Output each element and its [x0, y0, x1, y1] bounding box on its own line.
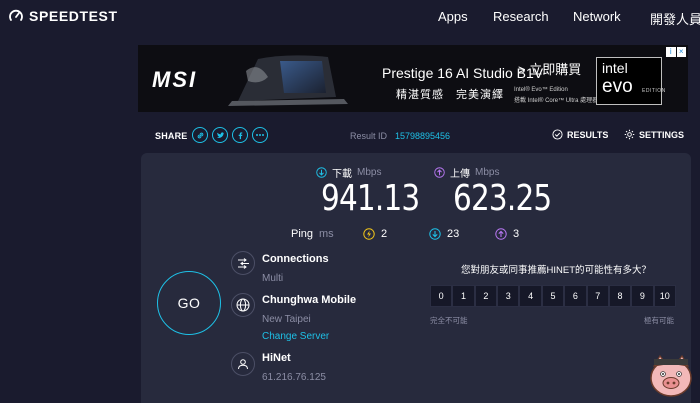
- logo-text: SPEEDTEST: [29, 8, 118, 24]
- intel-evo-logo: intel evo EDITION: [596, 57, 665, 105]
- download-arrow-icon: [316, 167, 327, 178]
- share-label: SHARE: [155, 131, 188, 141]
- idle-latency-icon: [363, 228, 375, 240]
- user-icon: [231, 352, 255, 376]
- upload-speed-value: 623.25: [453, 178, 552, 219]
- download-latency-icon: [429, 228, 441, 240]
- ad-buy-now-link[interactable]: > 立即購買: [518, 59, 581, 78]
- ping-upload-value: 3: [513, 228, 520, 240]
- ping-download: 23: [429, 228, 459, 240]
- rating-option-8[interactable]: 8: [608, 285, 632, 307]
- result-id-label: Result ID: [350, 131, 388, 141]
- nav-research[interactable]: Research: [493, 9, 549, 24]
- results-panel: 下載 Mbps 941.13 上傳 Mbps 623.25 Ping ms 2 …: [141, 153, 691, 403]
- settings-label: SETTINGS: [639, 129, 685, 140]
- download-speed-value: 941.13: [321, 178, 420, 219]
- nav-network[interactable]: Network: [573, 9, 621, 24]
- more-options-icon[interactable]: [252, 127, 268, 143]
- ping-label: Ping: [291, 228, 314, 240]
- rating-option-0[interactable]: 0: [430, 285, 453, 307]
- link-icon[interactable]: [192, 127, 208, 143]
- rating-option-7[interactable]: 7: [586, 285, 609, 307]
- speedtest-gauge-icon: [9, 9, 23, 21]
- evo-text: evo: [602, 76, 633, 97]
- rating-option-1[interactable]: 1: [452, 285, 475, 307]
- rating-option-10[interactable]: 10: [653, 285, 676, 307]
- connections-icon: [231, 251, 255, 275]
- rating-option-4[interactable]: 4: [519, 285, 542, 307]
- download-unit: Mbps: [357, 167, 382, 178]
- upload-unit: Mbps: [475, 167, 500, 178]
- laptop-image: [228, 55, 348, 106]
- ping-upload: 3: [495, 228, 519, 240]
- upload-latency-icon: [495, 228, 507, 240]
- isp-ip-address: 61.216.76.125: [262, 372, 326, 383]
- connections-title: Connections: [262, 253, 329, 265]
- advertisement-banner[interactable]: MSI Prestige 16 AI Studio B1V 精湛質感 完美演繹 …: [138, 45, 688, 112]
- survey-question: 您對朋友或同事推薦HINET的可能性有多大？: [461, 265, 652, 276]
- connections-value: Multi: [262, 273, 284, 284]
- facebook-icon[interactable]: [232, 127, 248, 143]
- upload-arrow-icon: [434, 167, 445, 178]
- isp-name: HiNet: [262, 352, 291, 364]
- edition-text: EDITION: [642, 88, 666, 94]
- ping-download-value: 23: [447, 228, 460, 240]
- ad-info-icon[interactable]: i: [666, 47, 676, 57]
- survey-high-label: 極有可能: [644, 316, 674, 325]
- rating-option-6[interactable]: 6: [564, 285, 587, 307]
- survey-low-label: 完全不可能: [430, 316, 468, 325]
- ping-idle-value: 2: [381, 228, 388, 240]
- nav-apps[interactable]: Apps: [438, 9, 468, 24]
- top-header: SPEEDTEST Apps Research Network 開發人員: [0, 0, 700, 34]
- settings-button[interactable]: SETTINGS: [624, 129, 684, 140]
- server-name: Chunghwa Mobile: [262, 294, 357, 306]
- results-button[interactable]: RESULTS: [552, 129, 608, 140]
- ad-close-icon[interactable]: ×: [676, 47, 686, 57]
- rating-option-5[interactable]: 5: [541, 285, 565, 307]
- ad-subtitle: 精湛質感 完美演繹: [396, 89, 504, 101]
- result-id-link[interactable]: 15798895456: [395, 131, 450, 141]
- intel-text: intel: [602, 60, 628, 76]
- change-server-link[interactable]: Change Server: [262, 331, 329, 342]
- globe-icon: [231, 293, 255, 317]
- ping-idle: 2: [363, 228, 387, 240]
- share-bar: SHARE Result ID 15798895456 RESULTS SETT…: [138, 125, 690, 147]
- rating-option-9[interactable]: 9: [631, 285, 654, 307]
- survey-rating-scale: 0 1 2 3 4 5 6 7 8 9 10: [430, 285, 676, 307]
- server-location: New Taipei: [262, 314, 311, 325]
- msi-logo: MSI: [152, 67, 198, 92]
- ping-unit: ms: [319, 228, 334, 240]
- speedtest-logo[interactable]: SPEEDTEST: [8, 8, 118, 24]
- go-button[interactable]: GO: [157, 271, 221, 335]
- rating-option-3[interactable]: 3: [497, 285, 520, 307]
- gear-icon: [624, 129, 635, 140]
- results-check-icon: [552, 129, 563, 140]
- results-label: RESULTS: [567, 129, 609, 140]
- ad-fine-print: Intel® Evo™ Edition: [514, 87, 568, 93]
- ad-choices-badge[interactable]: i ×: [666, 47, 686, 57]
- twitter-icon[interactable]: [212, 127, 228, 143]
- rating-option-2[interactable]: 2: [474, 285, 498, 307]
- nav-developers[interactable]: 開發人員: [650, 9, 700, 28]
- mascot-watermark-icon: [650, 354, 692, 397]
